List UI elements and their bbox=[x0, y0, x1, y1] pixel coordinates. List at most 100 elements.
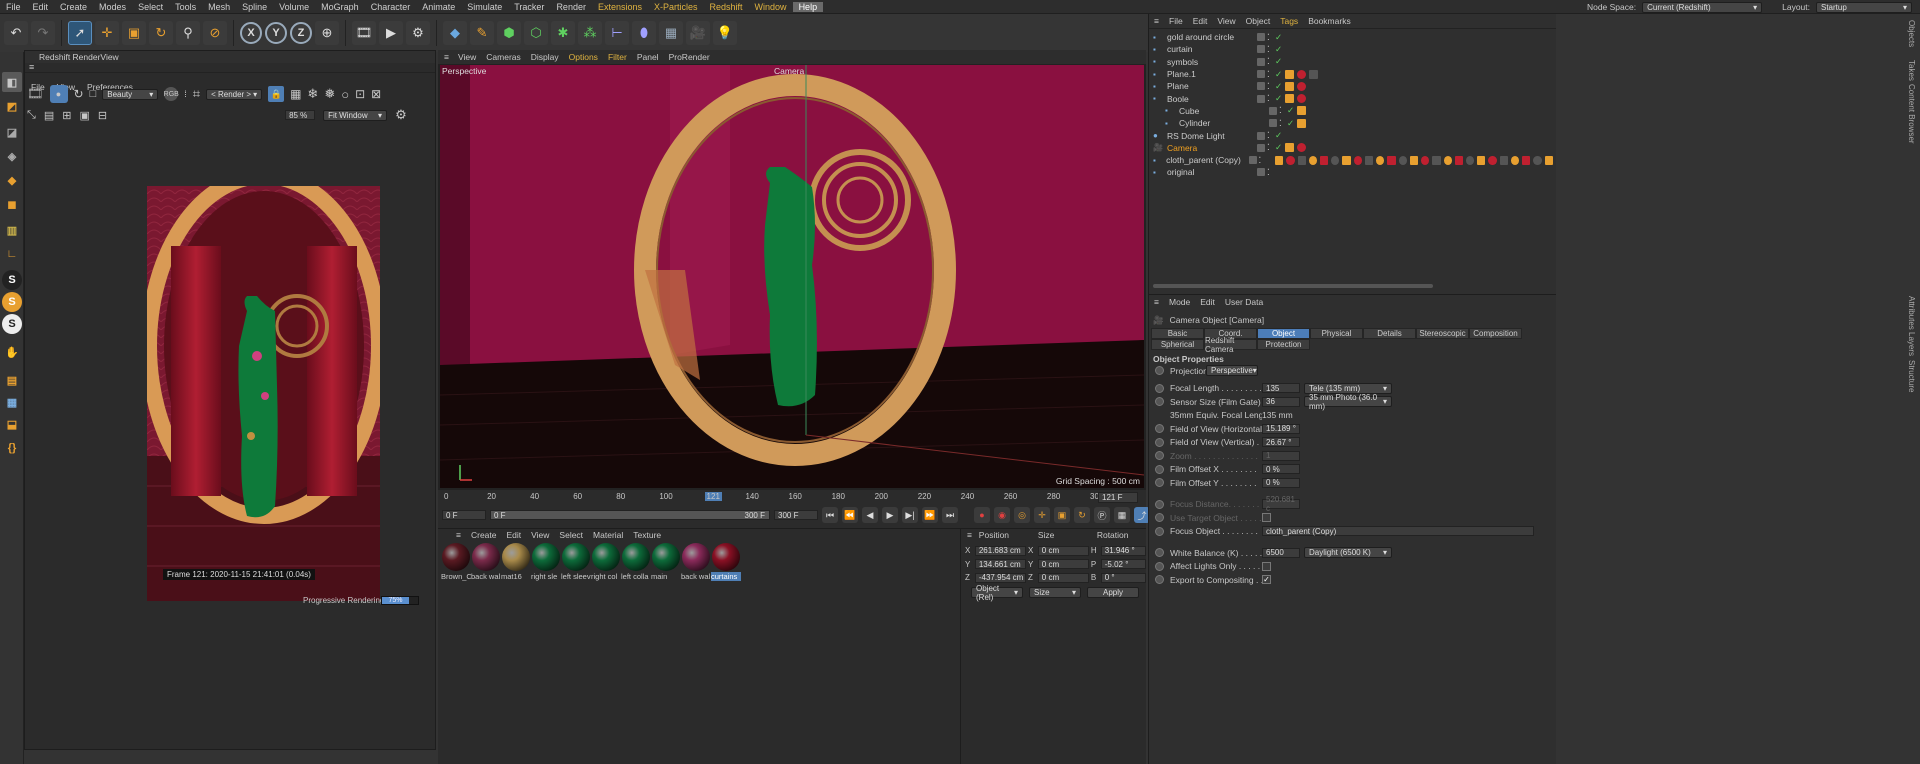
object-menu-bookmarks[interactable]: Bookmarks bbox=[1308, 16, 1351, 26]
menu-tools[interactable]: Tools bbox=[169, 2, 202, 12]
render-toggle-icon[interactable]: ⁚ bbox=[1267, 56, 1275, 67]
tag-icon[interactable] bbox=[1409, 155, 1419, 165]
solo-off-icon[interactable]: S bbox=[2, 314, 22, 334]
snap-icon[interactable]: ∟ bbox=[2, 244, 22, 264]
coord-mode-dropdown[interactable]: Object (Rel) ▾ bbox=[971, 584, 1023, 602]
property-field[interactable]: 0 % bbox=[1262, 477, 1300, 488]
coord-field[interactable]: 0 cm bbox=[1037, 545, 1089, 556]
floor-icon[interactable]: ▦ bbox=[659, 21, 683, 45]
menu-animate[interactable]: Animate bbox=[416, 2, 461, 12]
object-row[interactable]: ▪ Boole ⁚ ✓ bbox=[1149, 92, 1556, 104]
menu-render[interactable]: Render bbox=[550, 2, 592, 12]
enabled-check-icon[interactable]: ✓ bbox=[1275, 142, 1285, 153]
layout-dropdown[interactable]: Startup ▾ bbox=[1816, 1, 1912, 13]
menu-select[interactable]: Select bbox=[132, 2, 169, 12]
coord-field[interactable]: 261.683 cm bbox=[974, 545, 1026, 556]
tag-icon[interactable] bbox=[1499, 155, 1508, 165]
render-toggle-icon[interactable]: ⁚ bbox=[1279, 118, 1287, 129]
tag-icon[interactable] bbox=[1421, 155, 1430, 165]
y-axis-lock-icon[interactable]: Y bbox=[265, 22, 287, 44]
visibility-toggle-icon[interactable] bbox=[1257, 168, 1265, 177]
object-row[interactable]: ▪ curtain ⁚ ✓ bbox=[1149, 43, 1556, 55]
material-swatch[interactable] bbox=[652, 543, 680, 571]
paint-icon[interactable]: ✋ bbox=[2, 342, 22, 362]
property-field[interactable]: 1 bbox=[1262, 450, 1300, 461]
node-space-dropdown[interactable]: Current (Redshift) ▾ bbox=[1642, 1, 1763, 13]
object-row[interactable]: ▪ gold around circle ⁚ ✓ bbox=[1149, 31, 1556, 43]
tag-icon[interactable] bbox=[1454, 155, 1464, 165]
param-key-icon[interactable]: Ⓟ bbox=[1094, 507, 1110, 523]
tag-icon[interactable] bbox=[1286, 155, 1295, 165]
next-frame-icon[interactable]: ▶| bbox=[902, 507, 918, 523]
menu-spline[interactable]: Spline bbox=[236, 2, 273, 12]
cloner-icon[interactable]: ✱ bbox=[551, 21, 575, 45]
snapshot-icon[interactable]: ▤ bbox=[44, 109, 54, 122]
property-field[interactable]: 26.67 ° bbox=[1262, 437, 1300, 448]
visibility-toggle-icon[interactable] bbox=[1257, 45, 1265, 54]
visibility-toggle-icon[interactable] bbox=[1257, 70, 1265, 79]
visibility-toggle-icon[interactable] bbox=[1257, 82, 1265, 91]
enabled-check-icon[interactable]: ✓ bbox=[1275, 130, 1285, 141]
settings-gear-icon[interactable]: ⚙ bbox=[395, 107, 407, 123]
side-tab-objects[interactable]: Objects bbox=[1907, 20, 1916, 47]
tab-composition[interactable]: Composition bbox=[1469, 328, 1522, 339]
render-toggle-icon[interactable]: ⁚ bbox=[1267, 130, 1275, 141]
material-label[interactable]: right col bbox=[591, 572, 621, 581]
edges-mode-icon[interactable]: ◆ bbox=[2, 170, 22, 190]
menu-simulate[interactable]: Simulate bbox=[461, 2, 508, 12]
undo-icon[interactable]: ↶ bbox=[4, 21, 28, 45]
redo-icon[interactable]: ↷ bbox=[31, 21, 55, 45]
menu-volume[interactable]: Volume bbox=[273, 2, 315, 12]
end-frame-field[interactable]: 300 F bbox=[774, 510, 818, 520]
menu-modes[interactable]: Modes bbox=[93, 2, 132, 12]
tag-icon[interactable] bbox=[1275, 155, 1284, 165]
material-swatch[interactable] bbox=[682, 543, 710, 571]
viewport-menu-view[interactable]: View bbox=[458, 52, 476, 62]
guide-icon[interactable]: ⬓ bbox=[2, 414, 22, 434]
attribute-menu-edit[interactable]: Edit bbox=[1200, 297, 1215, 307]
material-label[interactable]: Brown_C bbox=[441, 572, 471, 581]
camera-icon[interactable]: 🎥 bbox=[686, 21, 710, 45]
pla-key-icon[interactable]: ▦ bbox=[1114, 507, 1130, 523]
tag-icon[interactable] bbox=[1353, 155, 1362, 165]
keyframe-selection-icon[interactable]: ◎ bbox=[1014, 507, 1030, 523]
world-coords-icon[interactable]: ⊕ bbox=[315, 21, 339, 45]
tag-icon[interactable] bbox=[1285, 81, 1294, 91]
render-settings-icon[interactable]: ⚙ bbox=[406, 21, 430, 45]
visibility-toggle-icon[interactable] bbox=[1257, 57, 1265, 66]
current-frame-field[interactable]: 121 F bbox=[1098, 492, 1138, 503]
prev-frame-icon[interactable]: ◀ bbox=[862, 507, 878, 523]
viewport-menu-options[interactable]: Options bbox=[569, 52, 598, 62]
tag-icon[interactable] bbox=[1398, 155, 1407, 165]
start-frame-field[interactable]: 0 F bbox=[442, 510, 486, 520]
enabled-check-icon[interactable]: ✓ bbox=[1287, 105, 1297, 116]
coord-field[interactable]: -5.02 ° bbox=[1100, 559, 1146, 570]
visibility-toggle-icon[interactable] bbox=[1257, 131, 1265, 140]
fit-dropdown[interactable]: Fit Window ▾ bbox=[323, 109, 388, 121]
viewport-menu-filter[interactable]: Filter bbox=[608, 52, 627, 62]
side-tab-attributes[interactable]: Attributes bbox=[1907, 296, 1916, 330]
side-tab-layers[interactable]: Layers bbox=[1907, 332, 1916, 356]
render-toggle-icon[interactable]: ⁚ bbox=[1267, 69, 1275, 80]
visibility-toggle-icon[interactable] bbox=[1257, 143, 1265, 152]
save-snapshot-icon[interactable]: ▣ bbox=[79, 109, 89, 122]
material-label[interactable]: curtains bbox=[711, 572, 741, 581]
radio-icon[interactable] bbox=[1155, 526, 1164, 536]
render-mode-dropdown[interactable]: < Render > ▾ bbox=[206, 88, 263, 100]
radio-icon[interactable] bbox=[1155, 548, 1164, 558]
object-menu-view[interactable]: View bbox=[1217, 16, 1235, 26]
visibility-toggle-icon[interactable] bbox=[1257, 94, 1265, 103]
tag-icon[interactable] bbox=[1443, 155, 1452, 165]
property-field[interactable]: 0 % bbox=[1262, 464, 1300, 475]
visibility-toggle-icon[interactable] bbox=[1257, 33, 1265, 42]
radio-icon[interactable] bbox=[1155, 513, 1164, 523]
rotate-tool-icon[interactable]: ↻ bbox=[149, 21, 173, 45]
radio-icon[interactable] bbox=[1155, 366, 1164, 376]
tag-icon[interactable] bbox=[1488, 155, 1497, 165]
range-slider[interactable]: 0 F 300 F bbox=[490, 510, 770, 520]
light-icon[interactable]: 💡 bbox=[713, 21, 737, 45]
render-toggle-icon[interactable]: ⁚ bbox=[1267, 167, 1275, 178]
apply-button[interactable]: Apply bbox=[1087, 587, 1139, 598]
material-label[interactable]: back wal bbox=[681, 572, 711, 581]
tag-icon[interactable] bbox=[1285, 143, 1294, 153]
